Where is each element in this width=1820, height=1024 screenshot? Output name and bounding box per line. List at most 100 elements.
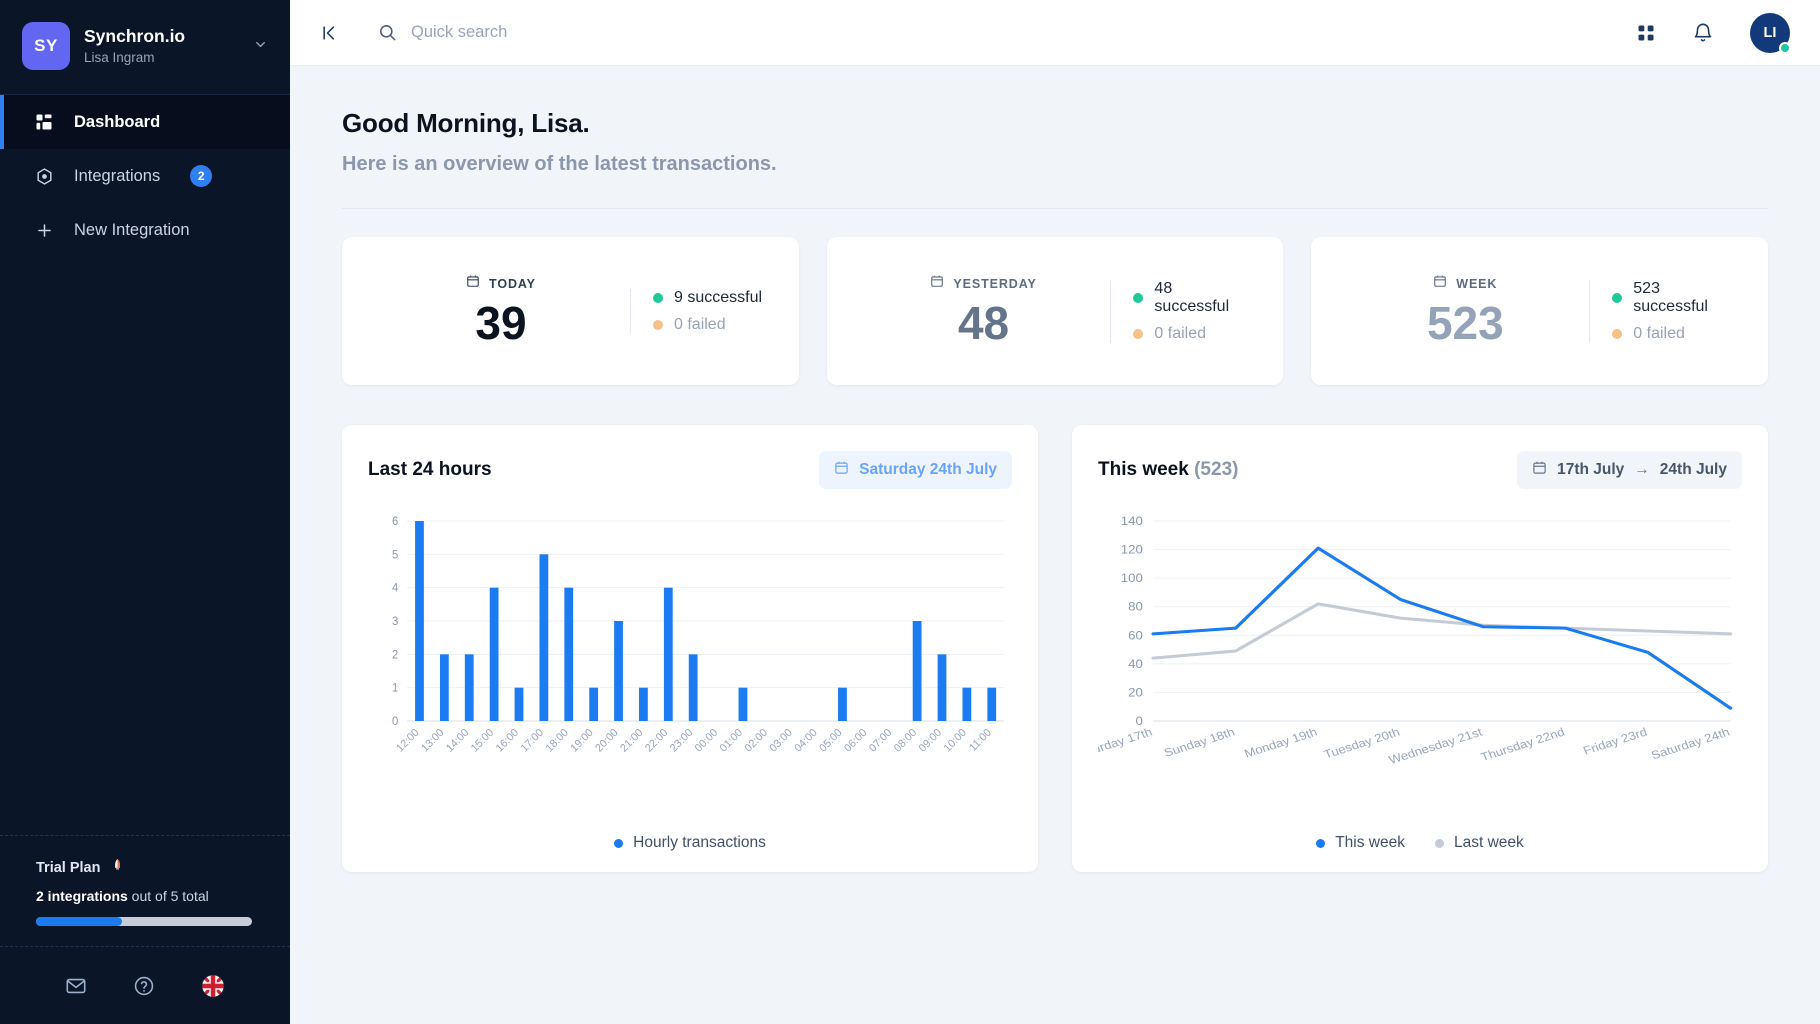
svg-text:06:00: 06:00 bbox=[842, 727, 869, 755]
svg-text:140: 140 bbox=[1121, 515, 1143, 528]
legend-item-this-week[interactable]: This week bbox=[1316, 834, 1405, 852]
sidebar-item-label: Dashboard bbox=[74, 112, 161, 131]
stat-label: WEEK bbox=[1456, 276, 1498, 291]
stat-card-yesterday: YESTERDAY 48 48 successful 0 failed bbox=[826, 237, 1284, 385]
calendar-icon bbox=[930, 274, 944, 293]
collapse-sidebar-icon[interactable] bbox=[316, 19, 344, 47]
stat-successful-row: 9 successful bbox=[653, 289, 762, 307]
success-dot bbox=[1133, 292, 1144, 303]
uk-flag-icon[interactable] bbox=[201, 974, 225, 998]
sidebar-item-label: Integrations bbox=[74, 166, 161, 185]
svg-text:80: 80 bbox=[1128, 601, 1143, 614]
legend-item-hourly-transactions[interactable]: Hourly transactions bbox=[614, 834, 766, 852]
page-content: Good Morning, Lisa. Here is an overview … bbox=[290, 66, 1820, 1024]
svg-text:19:00: 19:00 bbox=[568, 727, 595, 755]
legend-item-last-week[interactable]: Last week bbox=[1434, 834, 1524, 852]
svg-text:120: 120 bbox=[1121, 543, 1143, 556]
trial-usage-text: 2 integrations out of 5 total bbox=[36, 888, 266, 904]
svg-text:21:00: 21:00 bbox=[618, 727, 645, 755]
line-chart-card: This week (523) 17th July → 24th July 0 … bbox=[1072, 425, 1768, 872]
svg-text:0: 0 bbox=[1135, 715, 1142, 728]
grid-icon bbox=[34, 113, 54, 131]
trial-progress-fill bbox=[36, 917, 123, 926]
svg-text:10:00: 10:00 bbox=[942, 727, 969, 755]
mail-icon[interactable] bbox=[65, 975, 87, 997]
stat-failed-label: 0 failed bbox=[1633, 324, 1685, 342]
svg-text:0: 0 bbox=[392, 716, 398, 728]
trial-plan-panel: Trial Plan 2 integrations out of 5 total bbox=[0, 835, 290, 946]
calendar-icon bbox=[1532, 460, 1547, 480]
line-chart-plot: 0 20 40 60 80 100 120 140 Saturday 17th Sunday 18… bbox=[1072, 513, 1742, 818]
svg-text:1: 1 bbox=[392, 683, 398, 695]
calendar-icon bbox=[466, 274, 480, 293]
stat-failed-row: 0 failed bbox=[653, 316, 762, 334]
search-input[interactable] bbox=[411, 23, 771, 42]
svg-text:4: 4 bbox=[392, 583, 398, 595]
svg-text:Wednesday 21st: Wednesday 21st bbox=[1387, 725, 1485, 767]
svg-text:05:00: 05:00 bbox=[817, 727, 844, 755]
line-chart-range-pill[interactable]: 17th July → 24th July bbox=[1517, 451, 1742, 489]
workspace-user: Lisa Ingram bbox=[84, 49, 155, 65]
plus-icon bbox=[34, 221, 54, 240]
line-chart-count: (523) bbox=[1194, 459, 1239, 480]
svg-text:Thursday 22nd: Thursday 22nd bbox=[1479, 725, 1567, 763]
apps-grid-icon[interactable] bbox=[1636, 23, 1656, 43]
svg-text:13:00: 13:00 bbox=[419, 727, 446, 755]
svg-text:40: 40 bbox=[1128, 658, 1143, 671]
topbar: LI bbox=[290, 0, 1820, 66]
search-icon bbox=[378, 23, 397, 42]
legend-label: Hourly transactions bbox=[633, 834, 766, 851]
svg-text:60: 60 bbox=[1128, 629, 1143, 642]
svg-text:09:00: 09:00 bbox=[917, 727, 944, 755]
sidebar-item-integrations[interactable]: Integrations 2 bbox=[0, 149, 290, 203]
svg-text:Friday 23rd: Friday 23rd bbox=[1581, 725, 1649, 757]
avatar-initials: LI bbox=[1763, 24, 1777, 41]
stat-label: TODAY bbox=[489, 276, 536, 291]
bar-chart-title: Last 24 hours bbox=[368, 459, 492, 480]
workspace-switcher[interactable]: SY Synchron.io Lisa Ingram bbox=[0, 0, 290, 94]
avatar[interactable]: LI bbox=[1750, 12, 1791, 54]
sidebar-nav: Dashboard Integrations 2 New Integration bbox=[0, 95, 290, 257]
svg-text:Sunday 18th: Sunday 18th bbox=[1162, 725, 1237, 759]
charts-row: Last 24 hours Saturday 24th July 0 1 2 3 4 5 6… bbox=[342, 425, 1768, 872]
svg-text:5: 5 bbox=[392, 549, 398, 561]
svg-text:Saturday 17th: Saturday 17th bbox=[1098, 725, 1154, 762]
svg-text:6: 6 bbox=[392, 516, 398, 528]
trial-progress-bar bbox=[36, 917, 252, 926]
svg-text:04:00: 04:00 bbox=[792, 727, 819, 755]
trial-usage-count: 2 integrations bbox=[36, 888, 128, 904]
svg-text:16:00: 16:00 bbox=[494, 727, 521, 755]
svg-text:11:00: 11:00 bbox=[967, 727, 994, 754]
page-title: Good Morning, Lisa. bbox=[342, 108, 590, 138]
stat-failed-label: 0 failed bbox=[674, 315, 726, 333]
bar-chart-plot: 0 1 2 3 4 5 6 12:00 13:00 14:00 15:00 16:00 17:00 18:… bbox=[368, 513, 1012, 818]
stat-card-week: WEEK 523 523 successful 0 failed bbox=[1311, 237, 1769, 385]
line-chart-title: This week (523) bbox=[1098, 459, 1238, 481]
svg-text:03:00: 03:00 bbox=[767, 727, 794, 755]
stats-row: TODAY 39 9 successful 0 failed YESTERDAY… bbox=[342, 237, 1769, 385]
sidebar-item-new-integration[interactable]: New Integration bbox=[0, 203, 290, 257]
stat-failed-row: 0 failed bbox=[1133, 325, 1249, 343]
calendar-icon bbox=[834, 460, 849, 480]
avatar-status-dot bbox=[1779, 41, 1791, 54]
rocket-icon bbox=[110, 858, 125, 878]
bell-icon[interactable] bbox=[1692, 22, 1714, 44]
bar-chart-date-pill[interactable]: Saturday 24th July bbox=[819, 451, 1012, 489]
chevron-down-icon[interactable] bbox=[253, 37, 270, 55]
help-icon[interactable] bbox=[133, 975, 155, 997]
target-icon bbox=[34, 167, 54, 186]
range-arrow-icon: → bbox=[1634, 461, 1650, 478]
stat-value: 48 bbox=[957, 297, 1010, 350]
sidebar: SY Synchron.io Lisa Ingram Dashboard Int… bbox=[0, 0, 290, 1024]
line-chart-legend: This week Last week bbox=[1098, 834, 1742, 852]
sidebar-item-label: New Integration bbox=[74, 220, 190, 239]
svg-text:14:00: 14:00 bbox=[444, 727, 471, 755]
workspace-logo: SY bbox=[22, 22, 70, 70]
page-subtitle: Here is an overview of the latest transa… bbox=[342, 153, 777, 175]
svg-text:01:00: 01:00 bbox=[718, 727, 745, 755]
sidebar-item-dashboard[interactable]: Dashboard bbox=[0, 95, 290, 149]
bar-chart-date-label: Saturday 24th July bbox=[859, 461, 997, 478]
trial-usage-total: out of 5 total bbox=[127, 888, 209, 904]
svg-text:12:00: 12:00 bbox=[394, 727, 421, 755]
